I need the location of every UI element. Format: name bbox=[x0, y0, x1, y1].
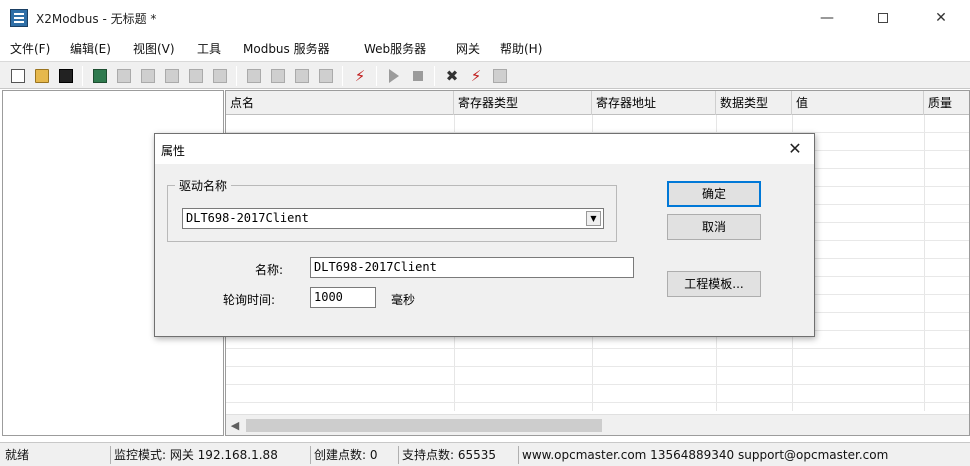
close-window-button[interactable]: ✕ bbox=[918, 6, 964, 30]
horizontal-scrollbar[interactable]: ◀ bbox=[226, 414, 969, 435]
minimize-button[interactable]: — bbox=[804, 6, 850, 30]
add-device-button[interactable] bbox=[90, 66, 110, 86]
driver-select-value: DLT698-2017Client bbox=[186, 211, 309, 225]
maximize-button[interactable] bbox=[860, 6, 906, 30]
menu-tools[interactable]: 工具 bbox=[197, 40, 221, 57]
cut-icon bbox=[247, 69, 261, 83]
toolbar-separator bbox=[376, 66, 377, 86]
toolbar-separator bbox=[434, 66, 435, 86]
toolbar: ⚡ ✖ ⚡ bbox=[0, 61, 970, 89]
column-register-address[interactable]: 寄存器地址 bbox=[592, 91, 716, 115]
grid-header: 点名 寄存器类型 寄存器地址 数据类型 值 质量 bbox=[226, 91, 969, 115]
paste-button[interactable] bbox=[292, 66, 312, 86]
config-button[interactable] bbox=[490, 66, 510, 86]
scroll-left-icon[interactable]: ◀ bbox=[226, 415, 244, 435]
name-input[interactable]: DLT698-2017Client bbox=[310, 257, 634, 278]
stop-icon bbox=[413, 71, 423, 81]
cut-button[interactable] bbox=[244, 66, 264, 86]
poll-time-unit: 毫秒 bbox=[391, 293, 416, 307]
status-ready: 就绪 bbox=[5, 448, 30, 462]
dialog-title: 属性 bbox=[161, 144, 186, 158]
tools-icon: ✖ bbox=[445, 67, 459, 85]
table-row[interactable] bbox=[226, 349, 969, 367]
new-group-button[interactable] bbox=[162, 66, 182, 86]
cancel-button[interactable]: 取消 bbox=[667, 214, 761, 240]
poll-time-input[interactable]: 1000 bbox=[310, 287, 376, 308]
paste-icon bbox=[295, 69, 309, 83]
toolbar-separator bbox=[342, 66, 343, 86]
new-group-icon bbox=[165, 69, 179, 83]
menu-help[interactable]: 帮助(H) bbox=[500, 40, 542, 57]
chevron-down-icon[interactable]: ▼ bbox=[586, 211, 601, 226]
rename-button[interactable] bbox=[114, 66, 134, 86]
copy-button[interactable] bbox=[268, 66, 288, 86]
open-button[interactable] bbox=[32, 66, 52, 86]
driver-select[interactable]: DLT698-2017Client ▼ bbox=[182, 208, 604, 229]
monitor-icon: ⚡ bbox=[354, 67, 366, 85]
properties-button[interactable] bbox=[138, 66, 158, 86]
table-row[interactable] bbox=[226, 115, 969, 133]
column-quality[interactable]: 质量 bbox=[924, 91, 969, 115]
status-created-points: 创建点数: 0 bbox=[310, 446, 398, 464]
column-data-type[interactable]: 数据类型 bbox=[716, 91, 792, 115]
plugin-icon: ⚡ bbox=[470, 67, 482, 85]
new-file-button[interactable] bbox=[8, 66, 28, 86]
table-row[interactable] bbox=[226, 367, 969, 385]
project-template-button[interactable]: 工程模板... bbox=[667, 271, 761, 297]
copy-icon bbox=[271, 69, 285, 83]
toolbar-separator bbox=[82, 66, 83, 86]
scroll-thumb[interactable] bbox=[246, 419, 602, 432]
menu-file[interactable]: 文件(F) bbox=[10, 40, 50, 57]
copy-group-icon bbox=[189, 69, 203, 83]
properties-dialog: 属性 ✕ 驱动名称 DLT698-2017Client ▼ 名称: DLT698… bbox=[154, 133, 815, 337]
dialog-title-bar: 属性 ✕ bbox=[155, 134, 814, 164]
menu-modbus-server[interactable]: Modbus 服务器 bbox=[243, 40, 330, 57]
column-register-type[interactable]: 寄存器类型 bbox=[454, 91, 592, 115]
column-value[interactable]: 值 bbox=[792, 91, 924, 115]
column-point-name[interactable]: 点名 bbox=[226, 91, 454, 115]
status-contact: www.opcmaster.com 13564889340 support@op… bbox=[518, 446, 968, 464]
poll-time-label: 轮询时间: bbox=[223, 293, 276, 307]
paste-group-icon bbox=[213, 69, 227, 83]
driver-group-label: 驱动名称 bbox=[175, 177, 232, 194]
paste-group-button[interactable] bbox=[210, 66, 230, 86]
monitor-button[interactable]: ⚡ bbox=[350, 66, 370, 86]
stop-button[interactable] bbox=[408, 66, 428, 86]
status-monitor-mode: 监控模式: 网关 192.168.1.88 bbox=[110, 446, 310, 464]
add-device-icon bbox=[93, 69, 107, 83]
run-button[interactable] bbox=[384, 66, 404, 86]
menu-edit[interactable]: 编辑(E) bbox=[70, 40, 111, 57]
save-button[interactable] bbox=[56, 66, 76, 86]
status-bar: 就绪 监控模式: 网关 192.168.1.88 创建点数: 0 支持点数: 6… bbox=[0, 442, 970, 466]
status-supported-points: 支持点数: 65535 bbox=[398, 446, 518, 464]
properties-icon bbox=[141, 69, 155, 83]
maximize-icon bbox=[878, 13, 888, 23]
rename-icon bbox=[117, 69, 131, 83]
plugin-button[interactable]: ⚡ bbox=[466, 66, 486, 86]
table-row[interactable] bbox=[226, 385, 969, 403]
name-label: 名称: bbox=[255, 263, 284, 277]
delete-button[interactable] bbox=[316, 66, 336, 86]
copy-group-button[interactable] bbox=[186, 66, 206, 86]
window-title: X2Modbus - 无标题 * bbox=[36, 12, 157, 26]
title-bar: X2Modbus - 无标题 * — ✕ bbox=[0, 0, 970, 36]
ok-button[interactable]: 确定 bbox=[667, 181, 761, 207]
menu-view[interactable]: 视图(V) bbox=[133, 40, 175, 57]
menu-web-server[interactable]: Web服务器 bbox=[364, 40, 426, 57]
save-icon bbox=[59, 69, 73, 83]
menu-bar: 文件(F) 编辑(E) 视图(V) 工具 Modbus 服务器 Web服务器 网… bbox=[0, 36, 970, 60]
tools-button[interactable]: ✖ bbox=[442, 66, 462, 86]
dialog-close-button[interactable]: ✕ bbox=[783, 138, 807, 160]
config-icon bbox=[493, 69, 507, 83]
toolbar-separator bbox=[236, 66, 237, 86]
run-icon bbox=[389, 69, 399, 83]
menu-gateway[interactable]: 网关 bbox=[456, 40, 480, 57]
delete-icon bbox=[319, 69, 333, 83]
new-file-icon bbox=[11, 69, 25, 83]
open-folder-icon bbox=[35, 69, 49, 83]
app-icon bbox=[10, 9, 28, 27]
